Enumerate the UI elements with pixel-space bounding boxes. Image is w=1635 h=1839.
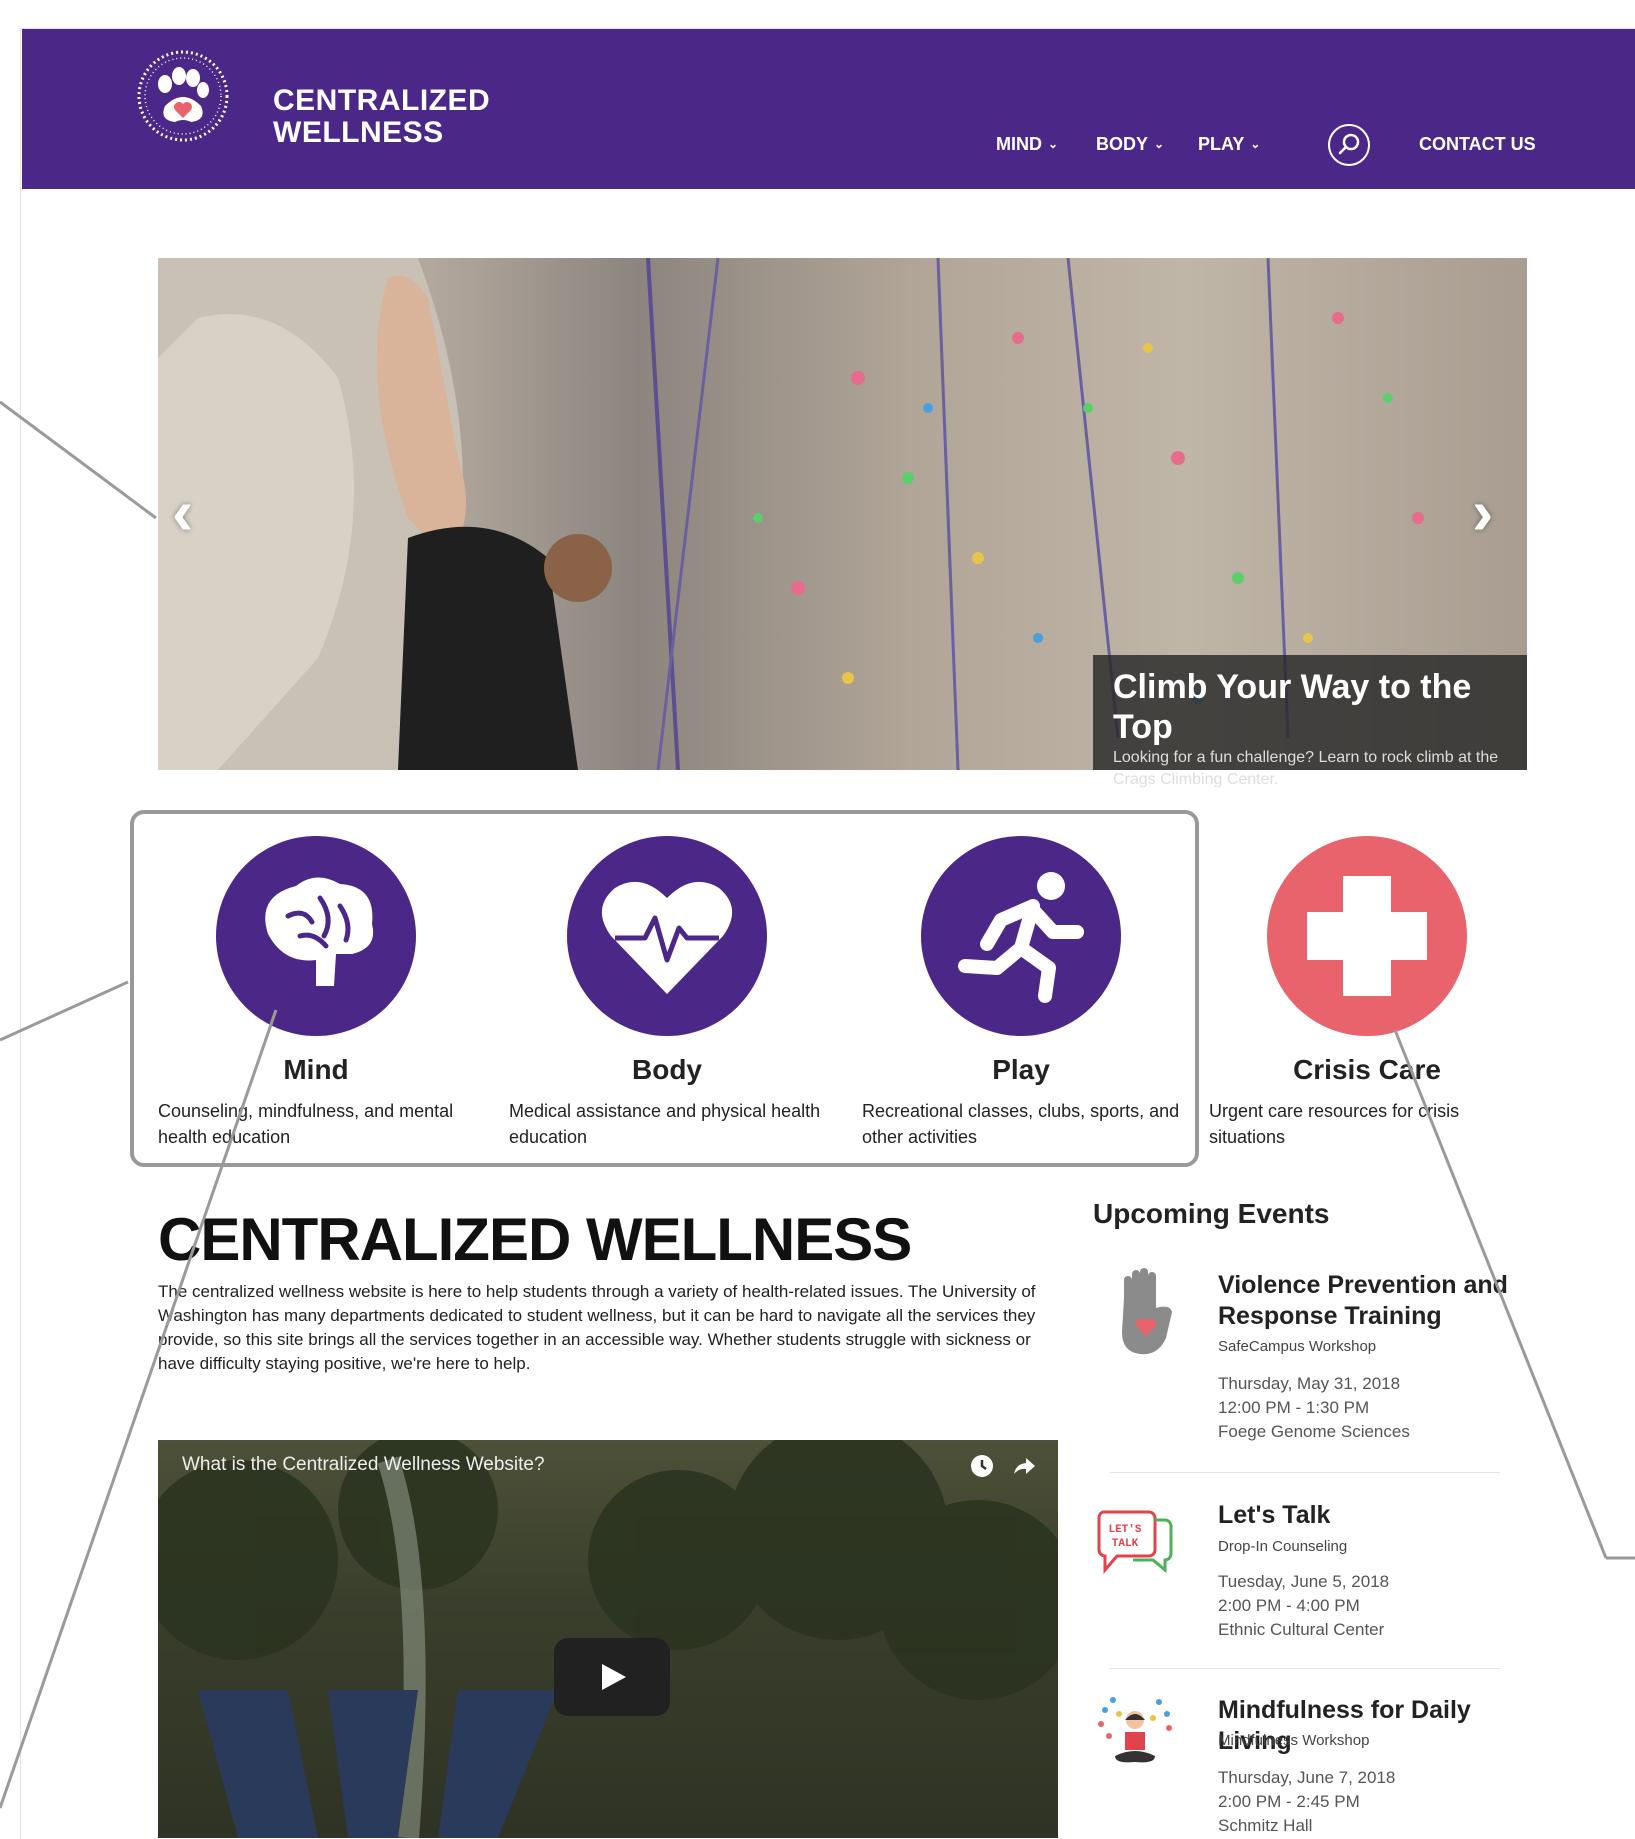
mind-category-button[interactable] xyxy=(216,836,416,1036)
video-play-button[interactable] xyxy=(554,1638,670,1716)
intro-paragraph: The centralized wellness website is here… xyxy=(158,1282,1036,1373)
event-divider xyxy=(1110,1668,1500,1669)
nav-body[interactable]: BODY ⌄ xyxy=(1096,134,1164,155)
lets-talk-icon-text-2: TALK xyxy=(1112,1538,1139,1550)
carousel-next-button[interactable]: › xyxy=(1472,480,1493,544)
nav-mind[interactable]: MIND ⌄ xyxy=(996,134,1058,155)
chevron-down-icon: ⌄ xyxy=(1250,137,1261,151)
mind-category-description: Counseling, mindfulness, and mental heal… xyxy=(158,1101,454,1147)
chevron-down-icon: ⌄ xyxy=(1154,137,1165,151)
event-subtitle: Mindfulness Workshop xyxy=(1218,1732,1370,1749)
nav-play[interactable]: PLAY ⌄ xyxy=(1198,134,1260,155)
event-details: Tuesday, June 5, 2018 2:00 PM - 4:00 PM … xyxy=(1218,1570,1518,1642)
search-icon xyxy=(1338,133,1360,155)
cross-icon xyxy=(1307,876,1427,996)
event-subtitle: SafeCampus Workshop xyxy=(1218,1338,1377,1355)
nav-mind-label: MIND xyxy=(996,134,1042,154)
play-category-description: Recreational classes, clubs, sports, and… xyxy=(862,1101,1180,1147)
share-icon[interactable] xyxy=(1010,1452,1038,1480)
video-title[interactable]: What is the Centralized Wellness Website… xyxy=(182,1454,545,1476)
event-details: Thursday, May 31, 2018 12:00 PM - 1:30 P… xyxy=(1218,1372,1518,1444)
event-title[interactable]: Violence Prevention and Response Trainin… xyxy=(1218,1270,1528,1332)
event-date: Thursday, May 31, 2018 xyxy=(1218,1374,1401,1393)
play-category-title[interactable]: Play xyxy=(891,1054,1151,1086)
crisis-care-category-description: Urgent care resources for crisis situati… xyxy=(1209,1101,1460,1147)
search-button[interactable] xyxy=(1328,124,1370,166)
lets-talk-icon: LET'S TALK xyxy=(1097,1510,1173,1575)
event-time: 12:00 PM - 1:30 PM xyxy=(1218,1398,1370,1417)
crisis-care-category-button[interactable] xyxy=(1267,836,1467,1036)
runner-icon xyxy=(958,872,1084,1003)
brand-line-1: CENTRALIZED xyxy=(273,84,491,117)
event-details: Thursday, June 7, 2018 2:00 PM - 2:45 PM… xyxy=(1218,1766,1518,1838)
event-location: Schmitz Hall xyxy=(1218,1816,1313,1835)
nav-contact-us[interactable]: CONTACT US xyxy=(1419,134,1536,155)
nav-body-label: BODY xyxy=(1096,134,1149,154)
page-title: CENTRALIZED WELLNESS xyxy=(158,1206,912,1273)
body-category-button[interactable] xyxy=(567,836,767,1036)
paw-logo-icon[interactable] xyxy=(135,48,231,144)
brand-name[interactable]: CENTRALIZED WELLNESS xyxy=(273,85,490,149)
event-location: Foege Genome Sciences xyxy=(1218,1422,1410,1441)
lets-talk-icon-text-1: LET'S xyxy=(1108,1524,1141,1536)
play-icon xyxy=(602,1664,626,1690)
brain-icon xyxy=(265,877,374,986)
carousel-prev-button[interactable]: ‹ xyxy=(172,480,193,544)
hero-caption-title: Climb Your Way to the Top xyxy=(1113,668,1472,746)
play-category-button[interactable] xyxy=(921,836,1121,1036)
site-header xyxy=(22,29,1635,189)
hero-caption-text: Looking for a fun challenge? Learn to ro… xyxy=(1113,749,1499,788)
event-date: Tuesday, June 5, 2018 xyxy=(1218,1572,1390,1591)
mind-category-title[interactable]: Mind xyxy=(186,1054,446,1086)
events-heading: Upcoming Events xyxy=(1093,1198,1330,1229)
heart-pulse-icon xyxy=(601,881,733,994)
hand-heart-icon xyxy=(1122,1268,1172,1355)
body-category-title[interactable]: Body xyxy=(537,1054,797,1086)
body-category-description: Medical assistance and physical health e… xyxy=(509,1101,821,1147)
event-title[interactable]: Let's Talk xyxy=(1218,1500,1528,1531)
event-location: Ethnic Cultural Center xyxy=(1218,1620,1385,1639)
crisis-care-category-title[interactable]: Crisis Care xyxy=(1237,1054,1497,1086)
event-time: 2:00 PM - 4:00 PM xyxy=(1218,1596,1360,1615)
brand-line-2: WELLNESS xyxy=(273,116,444,149)
event-subtitle: Drop-In Counseling xyxy=(1218,1538,1348,1555)
event-divider xyxy=(1110,1472,1500,1473)
chevron-down-icon: ⌄ xyxy=(1048,137,1059,151)
hero-caption[interactable]: Climb Your Way to the Top Looking for a … xyxy=(1093,655,1527,788)
event-time: 2:00 PM - 2:45 PM xyxy=(1218,1792,1360,1811)
meditation-icon xyxy=(1098,1697,1172,1763)
event-date: Thursday, June 7, 2018 xyxy=(1218,1768,1396,1787)
watch-later-icon[interactable] xyxy=(968,1452,996,1480)
nav-play-label: PLAY xyxy=(1198,134,1245,154)
